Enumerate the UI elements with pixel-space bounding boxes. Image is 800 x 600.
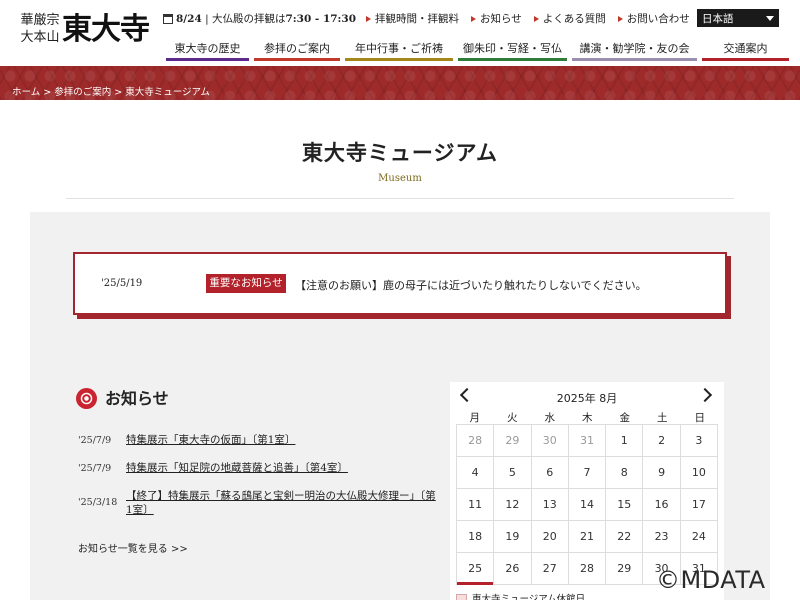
weekday-label: 火 [507,412,518,424]
news-date: '25/3/18 [78,497,118,508]
page-title: 東大寺ミュージアム [301,140,499,165]
calendar-day[interactable]: 31 [568,425,607,457]
calendar-day[interactable]: 26 [494,553,532,585]
top-link-label: お知らせ [480,13,522,25]
important-notice[interactable]: '25/5/19 重要なお知らせ 【注意のお願い】鹿の母子には近づいたり触れたり… [73,252,727,315]
calendar-day[interactable]: 28 [568,553,607,585]
divider [66,198,734,199]
opening-hours: 8/24 | 大仏殿の拝観は7:30 - 17:30 [176,12,356,26]
page-subtitle: Museum [378,173,422,184]
calendar-day[interactable]: 6 [531,457,569,489]
calendar-day[interactable]: 19 [494,521,532,553]
news-heading: お知らせ [105,389,169,408]
notice-date: '25/5/19 [101,278,143,289]
calendar-day[interactable]: 12 [494,489,532,521]
calendar-day[interactable]: 21 [568,521,607,553]
weekday-label: 土 [657,412,668,424]
weekday-label: 木 [582,412,593,424]
nav-item-events-prayer[interactable]: 年中行事・ご祈祷 [345,41,453,61]
site-logo[interactable]: 東大寺 [62,10,150,50]
top-link-hours-fees[interactable]: 拝観時間・拝観料 [366,12,459,26]
legend-label: 東大寺ミュージアム休館日 [472,594,586,600]
nav-item-lectures[interactable]: 講演・勧学院・友の会 [572,41,697,61]
logo-subtitle: 華厳宗 大本山 [20,13,60,45]
top-link-contact[interactable]: お問い合わせ [617,12,690,26]
calendar-day[interactable]: 3 [680,425,718,457]
calendar-day[interactable]: 22 [606,521,644,553]
calendar-day[interactable]: 20 [531,521,569,553]
arrow-right-icon [533,16,539,22]
nav-item-visit-guide[interactable]: 参拝のご案内 [254,41,340,61]
top-link-faq[interactable]: よくある質問 [533,12,606,26]
closed-day-swatch [456,593,467,600]
news-more-link[interactable]: お知らせ一覧を見る >> [78,540,188,555]
calendar-day[interactable]: 8 [606,457,644,489]
calendar-day[interactable]: 15 [606,489,644,521]
calendar-grid: 28 29 30 31 1 2 3 4 5 6 7 8 9 10 11 12 13 14 15 16 17 18 19 20 2… [456,424,718,585]
calendar-day[interactable]: 4 [457,457,495,489]
calendar-day[interactable]: 7 [568,457,607,489]
hours-value: 7:30 - 17:30 [285,13,357,25]
news-date: '25/7/9 [78,463,112,474]
calendar-icon [163,14,173,24]
calendar-day[interactable]: 28 [457,425,495,457]
flower-crest-icon [76,388,97,409]
news-link[interactable]: 特集展示「知足院の地蔵菩薩と追善」〔第4室〕 [126,461,436,475]
calendar-day[interactable]: 29 [606,553,644,585]
chevron-right-icon[interactable] [700,388,714,402]
calendar-day[interactable]: 29 [494,425,532,457]
arrow-right-icon [471,16,476,22]
nav-item-history[interactable]: 東大寺の歴史 [166,41,249,61]
weekday-label: 月 [469,412,481,424]
notice-text: 【注意のお願い】鹿の母子には近づいたり触れたりしないでください。 [295,279,647,292]
arrow-right-icon [366,16,371,22]
nav-item-goshuin[interactable]: 御朱印・写経・写仏 [458,41,567,61]
weekday-label: 水 [544,412,556,424]
news-date: '25/7/9 [78,435,112,446]
breadcrumb[interactable]: ホーム > 参拝のご案内 > 東大寺ミュージアム [12,84,210,98]
calendar-day[interactable]: 27 [531,553,569,585]
calendar-day[interactable]: 23 [643,521,681,553]
calendar-day[interactable]: 11 [457,489,495,521]
calendar-day[interactable]: 25 [457,553,495,585]
calendar-day[interactable]: 2 [643,425,681,457]
calendar-day[interactable]: 30 [531,425,569,457]
language-selected: 日本語 [702,12,734,25]
arrow-right-icon [617,16,623,22]
calendar-day[interactable]: 18 [457,521,495,553]
news-link[interactable]: 【終了】特集展示「蘇る鴟尾と宝剣ー明治の大仏殿大修理ー」〔第1室〕 [126,489,436,517]
calendar-legend: 東大寺ミュージアム休館日 [456,591,585,600]
calendar-day[interactable]: 24 [680,521,718,553]
chevron-down-icon [766,15,774,21]
top-link-label: よくある質問 [542,13,606,25]
calendar-day[interactable]: 14 [568,489,607,521]
today-date: 8/24 [176,13,202,25]
notice-badge: 重要なお知らせ [206,274,286,293]
site-header: 華厳宗 大本山 東大寺 8/24 | 大仏殿の拝観は7:30 - 17:30 拝… [0,0,800,66]
weekday-label: 日 [694,412,706,424]
weekday-label: 金 [619,412,631,424]
news-link[interactable]: 特集展示「東大寺の仮面」〔第1室〕 [126,433,436,447]
calendar-day[interactable]: 9 [643,457,681,489]
calendar-weekdays: 月火水木金土日 [456,410,719,425]
calendar-day[interactable]: 17 [680,489,718,521]
calendar-day[interactable]: 16 [643,489,681,521]
calendar-day[interactable]: 10 [680,457,718,489]
watermark: ©MDATA [656,566,766,594]
top-link-label: 拝観時間・拝観料 [375,13,459,25]
top-link-news[interactable]: お知らせ [471,12,522,26]
nav-item-access[interactable]: 交通案内 [702,41,789,61]
utility-links: 拝観時間・拝観料 お知らせ よくある質問 お問い合わせ [366,12,690,26]
calendar-day[interactable]: 1 [606,425,644,457]
language-select[interactable]: 日本語 [697,9,779,27]
main-nav: 東大寺の歴史 参拝のご案内 年中行事・ご祈祷 御朱印・写経・写仏 講演・勧学院・… [166,41,789,61]
calendar-month: 2025年 8月 [556,392,618,405]
calendar-day[interactable]: 5 [494,457,532,489]
hours-prefix: | 大仏殿の拝観は [201,13,286,25]
calendar-day[interactable]: 13 [531,489,569,521]
top-link-label: お問い合わせ [626,13,690,25]
